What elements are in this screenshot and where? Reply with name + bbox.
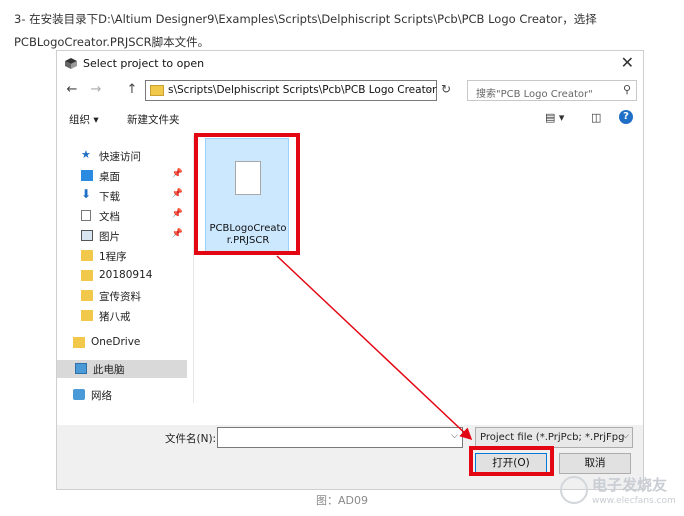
watermark-logo-icon [560,476,588,504]
watermark-url: www.elecfans.com [592,496,676,506]
annotation-arrow [276,255,473,441]
watermark: 电子发烧友 www.elecfans.com [558,470,676,514]
watermark-title: 电子发烧友 [592,476,668,494]
